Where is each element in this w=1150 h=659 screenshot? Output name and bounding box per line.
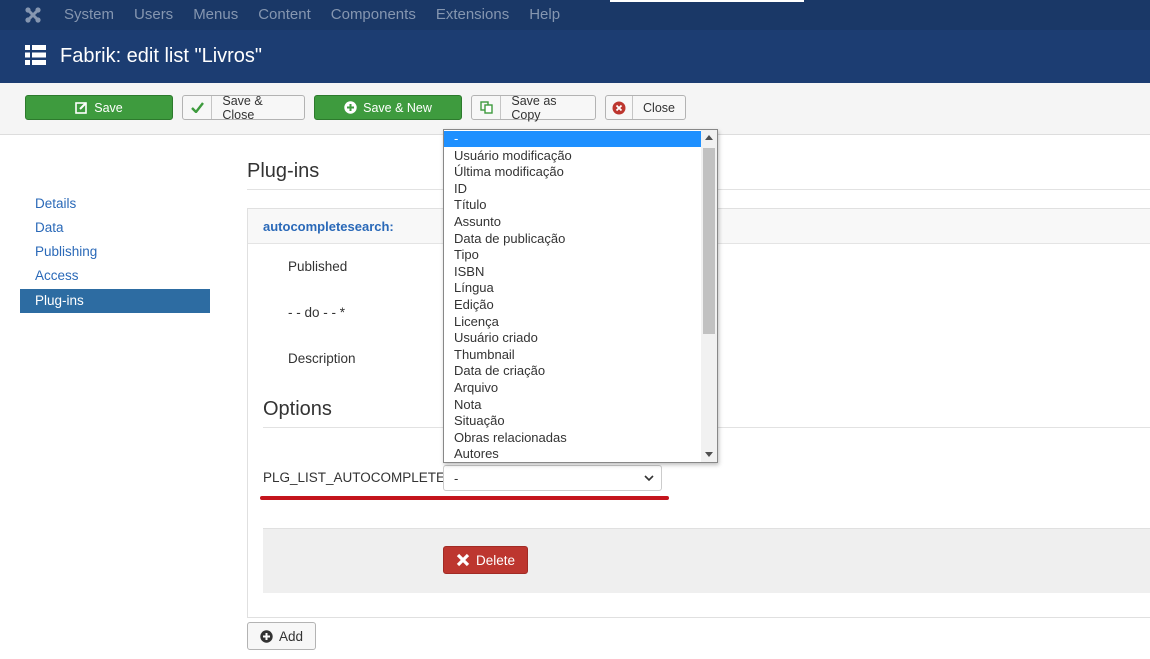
joomla-logo-icon[interactable] [24, 6, 42, 24]
description-label: Description [288, 351, 356, 366]
sidebar-item-plugins[interactable]: Plug-ins [20, 289, 210, 313]
check-icon [183, 96, 213, 119]
dropdown-option[interactable]: Data de publicação [444, 231, 701, 247]
toolbar: Save Save & Close Save & New Save as Cop… [0, 83, 1150, 135]
chevron-down-icon [644, 475, 654, 482]
delete-bar [263, 528, 1150, 593]
menu-components[interactable]: Components [331, 0, 416, 30]
dropdown-option[interactable]: Nota [444, 397, 701, 413]
dropdown-option[interactable]: Arquivo [444, 380, 701, 396]
menu-users[interactable]: Users [134, 0, 173, 30]
plugin-name[interactable]: autocompletesearch: [263, 219, 394, 234]
close-button[interactable]: Close [605, 95, 686, 120]
plus-circle-icon [260, 629, 273, 643]
dropdown-option[interactable]: Usuário criado [444, 330, 701, 346]
scrollbar-thumb[interactable] [703, 148, 715, 334]
menu-menus[interactable]: Menus [193, 0, 238, 30]
add-label: Add [278, 628, 304, 644]
sidebar-item-details[interactable]: Details [20, 192, 210, 216]
dropdown-option[interactable]: Tipo [444, 247, 701, 263]
section-title: Plug-ins [247, 160, 320, 182]
select-dropdown-list[interactable]: - Usuário modificação Última modificação ID… [443, 129, 718, 463]
dropdown-option[interactable]: Título [444, 197, 701, 213]
dropdown-option[interactable]: Thumbnail [444, 347, 701, 363]
dropdown-option[interactable]: ISBN [444, 264, 701, 280]
menu-system[interactable]: System [64, 0, 114, 30]
scroll-down-icon[interactable] [705, 452, 713, 458]
top-menu: System Users Menus Content Components Ex… [64, 0, 580, 30]
save-label: Save [94, 100, 123, 115]
close-circle-icon [606, 96, 634, 119]
x-icon [456, 553, 470, 567]
save-close-label: Save & Close [222, 93, 263, 122]
delete-label: Delete [475, 552, 516, 568]
dropdown-option[interactable]: Assunto [444, 214, 701, 230]
save-new-label: Save & New [363, 100, 432, 115]
save-close-button[interactable]: Save & Close [182, 93, 305, 122]
dropdown-option[interactable]: Licença [444, 314, 701, 330]
dropdown-option[interactable]: Edição [444, 297, 701, 313]
plus-circle-icon [344, 101, 357, 114]
page-header: Fabrik: edit list "Livros" [0, 30, 1150, 83]
menu-content[interactable]: Content [258, 0, 311, 30]
top-menu-bar: System Users Menus Content Components Ex… [0, 0, 1150, 30]
dropdown-option[interactable]: Língua [444, 280, 701, 296]
dropdown-option[interactable]: Data de criação [444, 363, 701, 379]
sidebar-item-data[interactable]: Data [20, 216, 210, 240]
save-copy-button[interactable]: Save as Copy [471, 93, 596, 122]
published-label: Published [288, 259, 348, 274]
sidebar-item-access[interactable]: Access [20, 264, 210, 288]
options-title: Options [263, 398, 332, 420]
do-label: - - do - - * [288, 305, 346, 320]
autocomplete-field-select[interactable]: - [443, 465, 662, 491]
copy-icon [472, 96, 502, 119]
save-new-button[interactable]: Save & New [314, 95, 462, 120]
delete-button[interactable]: Delete [443, 546, 528, 574]
save-button[interactable]: Save [25, 95, 173, 120]
scroll-up-icon[interactable] [705, 134, 713, 140]
list-icon [25, 45, 46, 65]
menu-help[interactable]: Help [529, 0, 560, 30]
dropdown-option[interactable]: Usuário modificação [444, 148, 701, 164]
dropdown-option[interactable]: Autores [444, 446, 701, 462]
save-copy-label: Save as Copy [511, 93, 557, 122]
close-label: Close [643, 100, 675, 115]
menu-extensions[interactable]: Extensions [436, 0, 509, 30]
top-search-edge [610, 0, 804, 2]
dropdown-option[interactable]: Situação [444, 413, 701, 429]
dropdown-option[interactable]: Obras relacionadas [444, 430, 701, 446]
sidebar-item-publishing[interactable]: Publishing [20, 240, 210, 264]
dropdown-option[interactable]: - [444, 131, 701, 147]
edit-icon [75, 102, 88, 114]
red-underline-annotation [260, 496, 669, 500]
select-value: - [454, 471, 459, 486]
page-title: Fabrik: edit list "Livros" [60, 45, 263, 67]
add-button[interactable]: Add [247, 622, 316, 650]
dropdown-option[interactable]: Última modificação [444, 164, 701, 180]
dropdown-option[interactable]: ID [444, 181, 701, 197]
option-label: PLG_LIST_AUTOCOMPLETES [263, 470, 443, 485]
scrollbar[interactable] [701, 130, 717, 462]
